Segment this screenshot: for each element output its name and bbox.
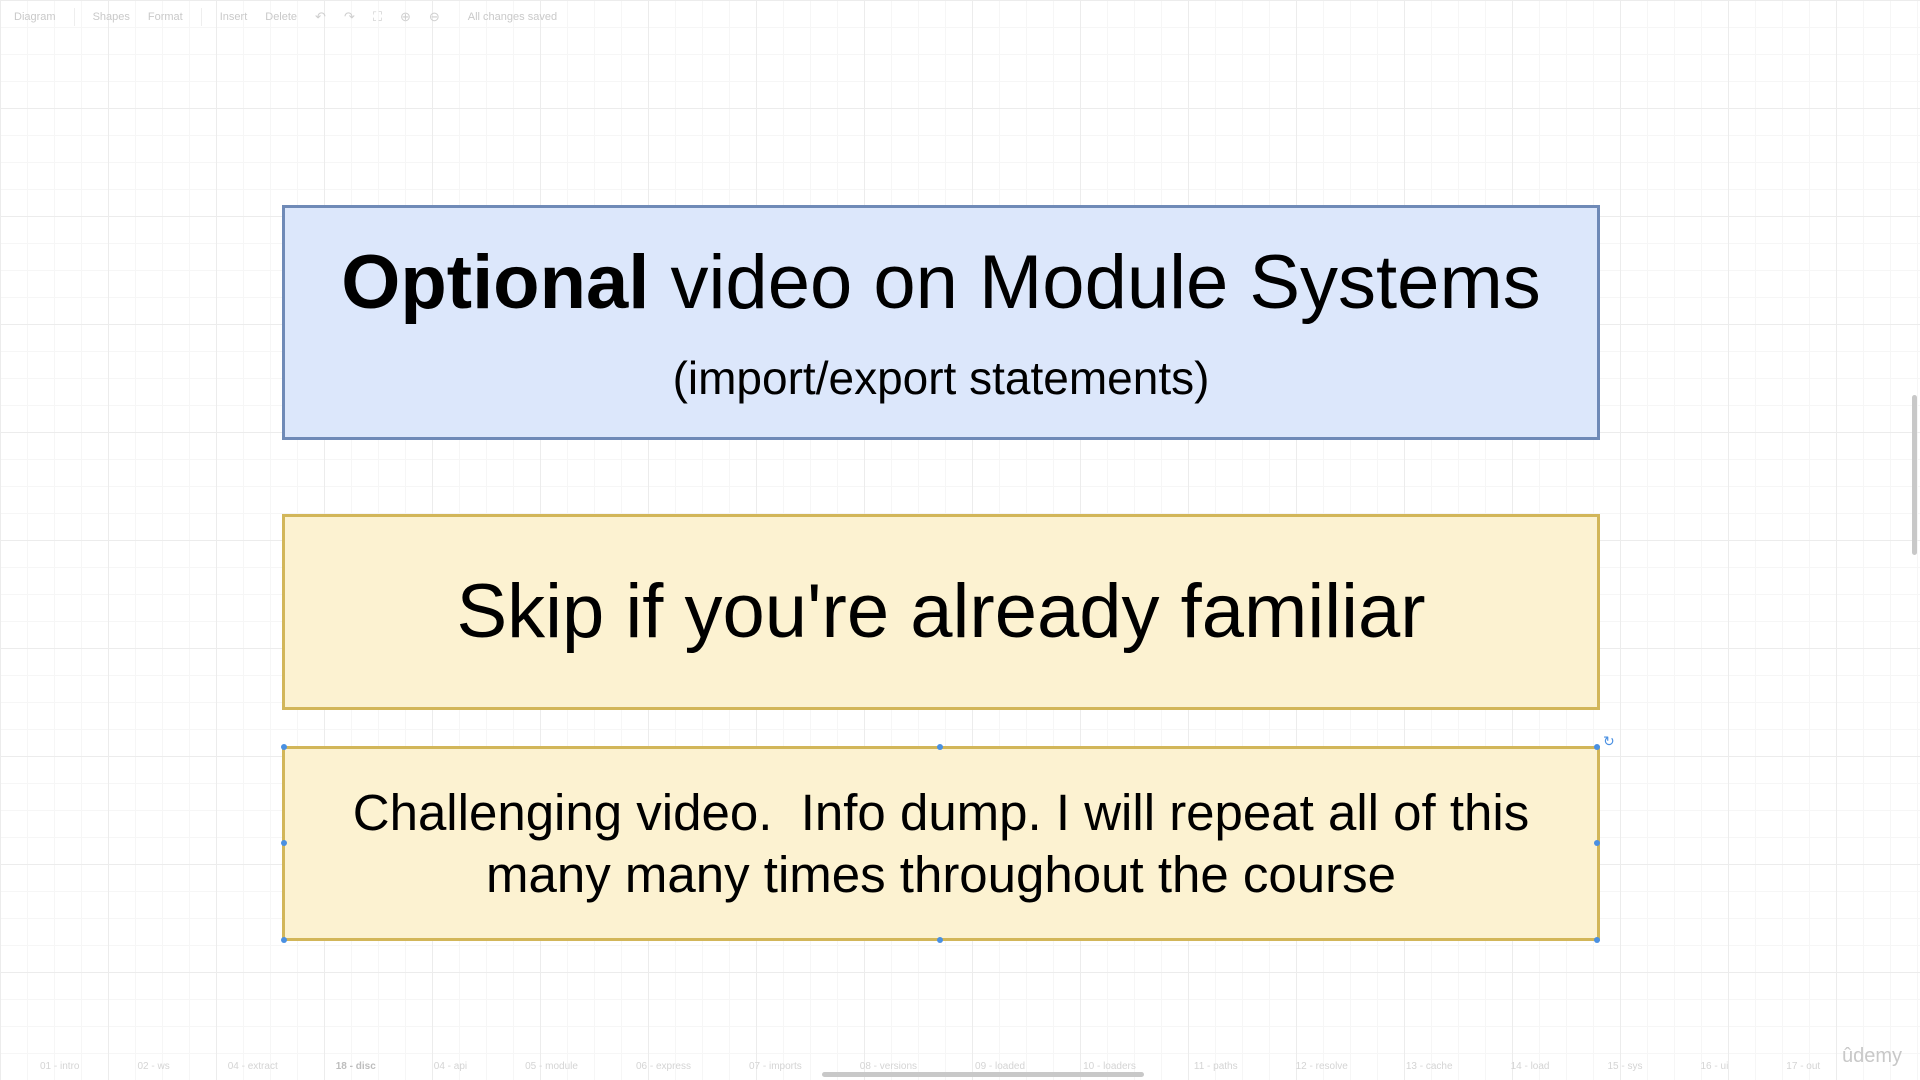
insert-button[interactable]: Insert bbox=[220, 11, 248, 23]
title-rest: video on Module Systems bbox=[649, 239, 1541, 325]
toolbar: Diagram Shapes Format Insert Delete ↶ ↷ … bbox=[0, 0, 1920, 34]
page-tab[interactable]: 07 - imports bbox=[749, 1061, 802, 1072]
page-tab[interactable]: 18 - disc bbox=[336, 1061, 376, 1072]
undo-icon[interactable]: ↶ bbox=[315, 9, 326, 25]
page-tab[interactable]: 10 - loaders bbox=[1083, 1061, 1136, 1072]
page-tab[interactable]: 15 - sys bbox=[1607, 1061, 1642, 1072]
page-tab[interactable]: 02 - ws bbox=[137, 1061, 169, 1072]
challenging-line-1: Challenging video. Info dump. I will rep… bbox=[352, 783, 1530, 841]
resize-handle-top-right[interactable] bbox=[1594, 744, 1600, 750]
resize-handle-bottom[interactable] bbox=[937, 937, 943, 943]
toolbar-divider bbox=[200, 8, 202, 26]
page-tab[interactable]: 12 - resolve bbox=[1296, 1061, 1348, 1072]
shapes-button[interactable]: Shapes bbox=[93, 11, 130, 23]
format-button[interactable]: Format bbox=[148, 11, 183, 23]
title-bold-word: Optional bbox=[341, 239, 650, 325]
page-tab[interactable]: 04 - api bbox=[434, 1061, 467, 1072]
resize-handle-top[interactable] bbox=[937, 744, 943, 750]
page-tab[interactable]: 17 - out bbox=[1786, 1061, 1820, 1072]
page-tab[interactable]: 01 - intro bbox=[40, 1061, 79, 1072]
vertical-scrollbar[interactable] bbox=[1912, 395, 1917, 555]
save-status: All changes saved bbox=[467, 11, 558, 23]
page-tab[interactable]: 04 - extract bbox=[228, 1061, 278, 1072]
diagram-menu[interactable]: Diagram bbox=[14, 11, 56, 23]
udemy-watermark: ûdemy bbox=[1842, 1045, 1903, 1067]
box-subtitle: (import/export statements) bbox=[672, 351, 1210, 404]
challenging-line-2: many many times throughout the course bbox=[486, 845, 1396, 903]
toolbar-divider bbox=[73, 8, 75, 26]
challenging-video-box[interactable]: Challenging video. Info dump. I will rep… bbox=[282, 746, 1600, 941]
rotate-icon[interactable]: ↻ bbox=[1603, 734, 1615, 748]
page-tab[interactable]: 08 - versions bbox=[860, 1061, 917, 1072]
optional-video-box[interactable]: Optional video on Module Systems (import… bbox=[282, 205, 1600, 440]
resize-handle-top-left[interactable] bbox=[281, 744, 287, 750]
page-tab[interactable]: 11 - paths bbox=[1194, 1061, 1238, 1072]
resize-handle-right[interactable] bbox=[1594, 840, 1600, 846]
zoom-out-icon[interactable]: ⊖ bbox=[429, 9, 440, 25]
page-tab[interactable]: 14 - load bbox=[1511, 1061, 1550, 1072]
zoom-in-icon[interactable]: ⊕ bbox=[400, 9, 411, 25]
horizontal-scrollbar[interactable] bbox=[822, 1072, 1144, 1077]
resize-handle-bottom-right[interactable] bbox=[1594, 937, 1600, 943]
page-tabs: 01 - intro 02 - ws 04 - extract 18 - disc 04… bbox=[40, 1061, 1820, 1072]
page-tab[interactable]: 05 - module bbox=[525, 1061, 578, 1072]
resize-handle-left[interactable] bbox=[281, 840, 287, 846]
resize-handle-bottom-left[interactable] bbox=[281, 937, 287, 943]
page-tab[interactable]: 16 - ui bbox=[1701, 1061, 1729, 1072]
box-title: Optional video on Module Systems bbox=[341, 244, 1541, 321]
page-tab[interactable]: 06 - express bbox=[636, 1061, 691, 1072]
redo-icon[interactable]: ↷ bbox=[344, 9, 355, 25]
page-tab[interactable]: 09 - loaded bbox=[975, 1061, 1025, 1072]
delete-button[interactable]: Delete bbox=[265, 11, 297, 23]
skip-notice-text: Skip if you're already familiar bbox=[456, 569, 1426, 654]
skip-notice-box[interactable]: Skip if you're already familiar bbox=[282, 514, 1600, 710]
fit-page-icon[interactable]: ⛶ bbox=[373, 9, 382, 25]
page-tab[interactable]: 13 - cache bbox=[1406, 1061, 1453, 1072]
